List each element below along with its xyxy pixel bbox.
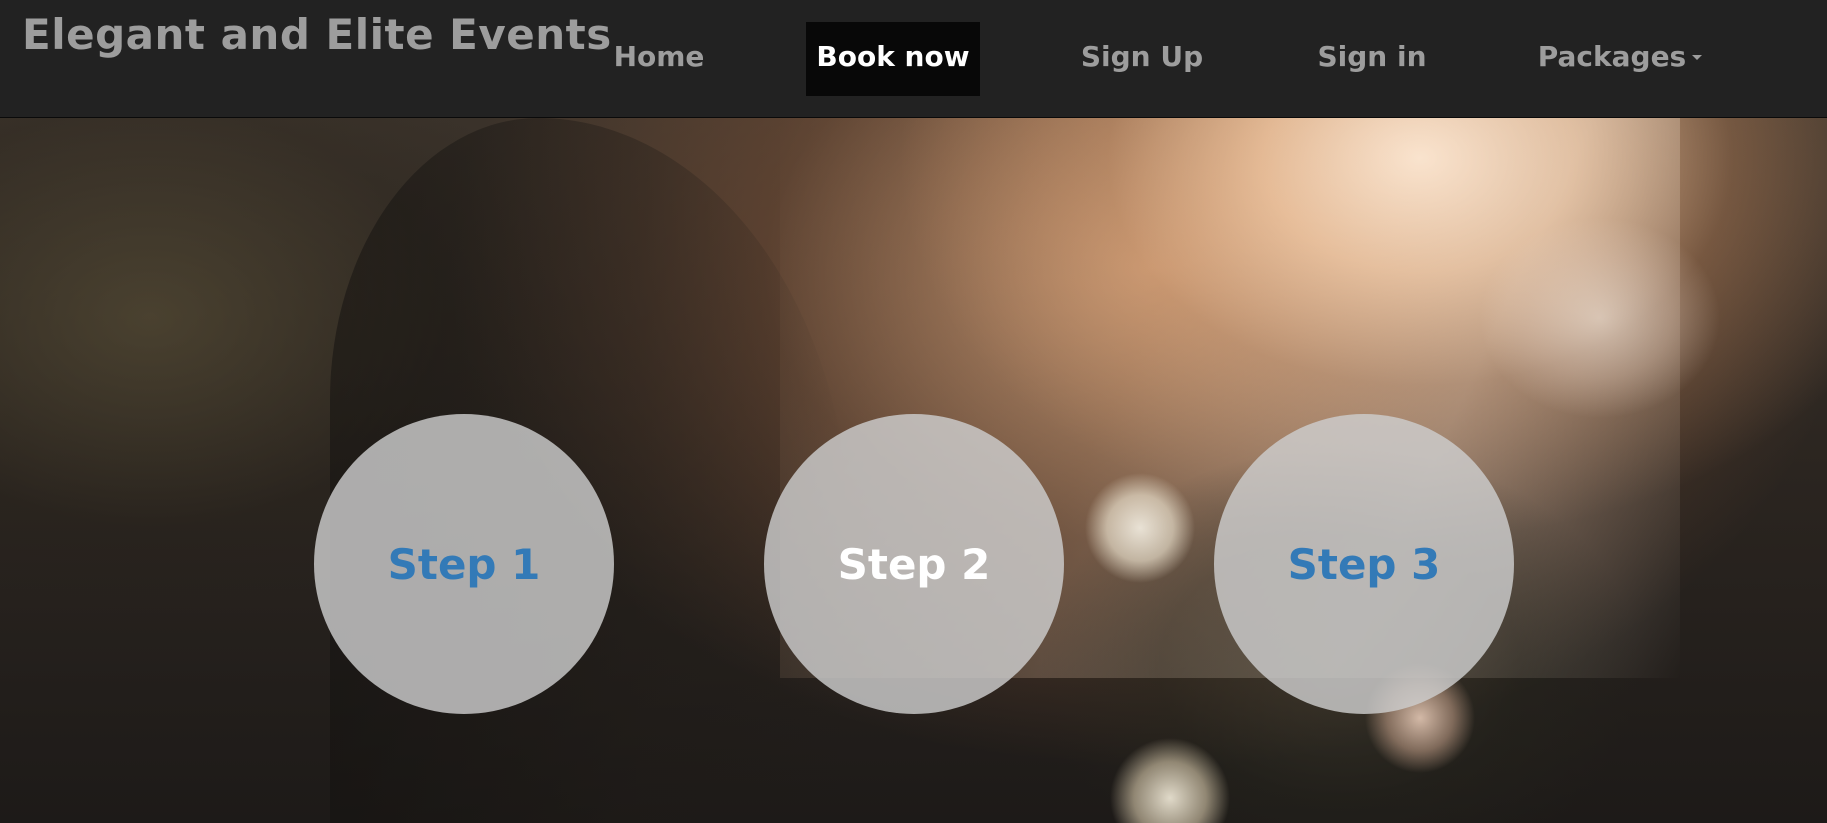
nav-packages-dropdown[interactable]: Packages [1530,22,1710,96]
step-1-circle[interactable]: Step 1 [314,414,614,714]
hero-photo-dress [1480,218,1720,418]
step-3-circle[interactable]: Step 3 [1214,414,1514,714]
nav-packages-label: Packages [1537,40,1687,73]
step-2-label: Step 2 [837,539,991,589]
step-1-label: Step 1 [387,539,541,589]
nav-home-link[interactable]: Home [604,22,714,96]
nav-sign-up-label: Sign Up [1080,40,1204,73]
caret-down-icon [1692,54,1703,60]
navbar: Elegant and Elite Events Home Book now S… [0,0,1827,118]
nav-book-now-link[interactable]: Book now [806,22,980,96]
hero-background-image: Step 1 Step 2 Step 3 [0,118,1827,823]
step-3-label: Step 3 [1287,539,1441,589]
step-2-circle[interactable]: Step 2 [764,414,1064,714]
nav-sign-up-link[interactable]: Sign Up [1070,22,1214,96]
nav-sign-in-label: Sign in [1317,40,1427,73]
nav-home-label: Home [613,40,705,73]
nav-sign-in-link[interactable]: Sign in [1300,22,1444,96]
nav-book-now-label: Book now [816,40,970,73]
brand-logo-link[interactable]: Elegant and Elite Events [22,6,612,64]
